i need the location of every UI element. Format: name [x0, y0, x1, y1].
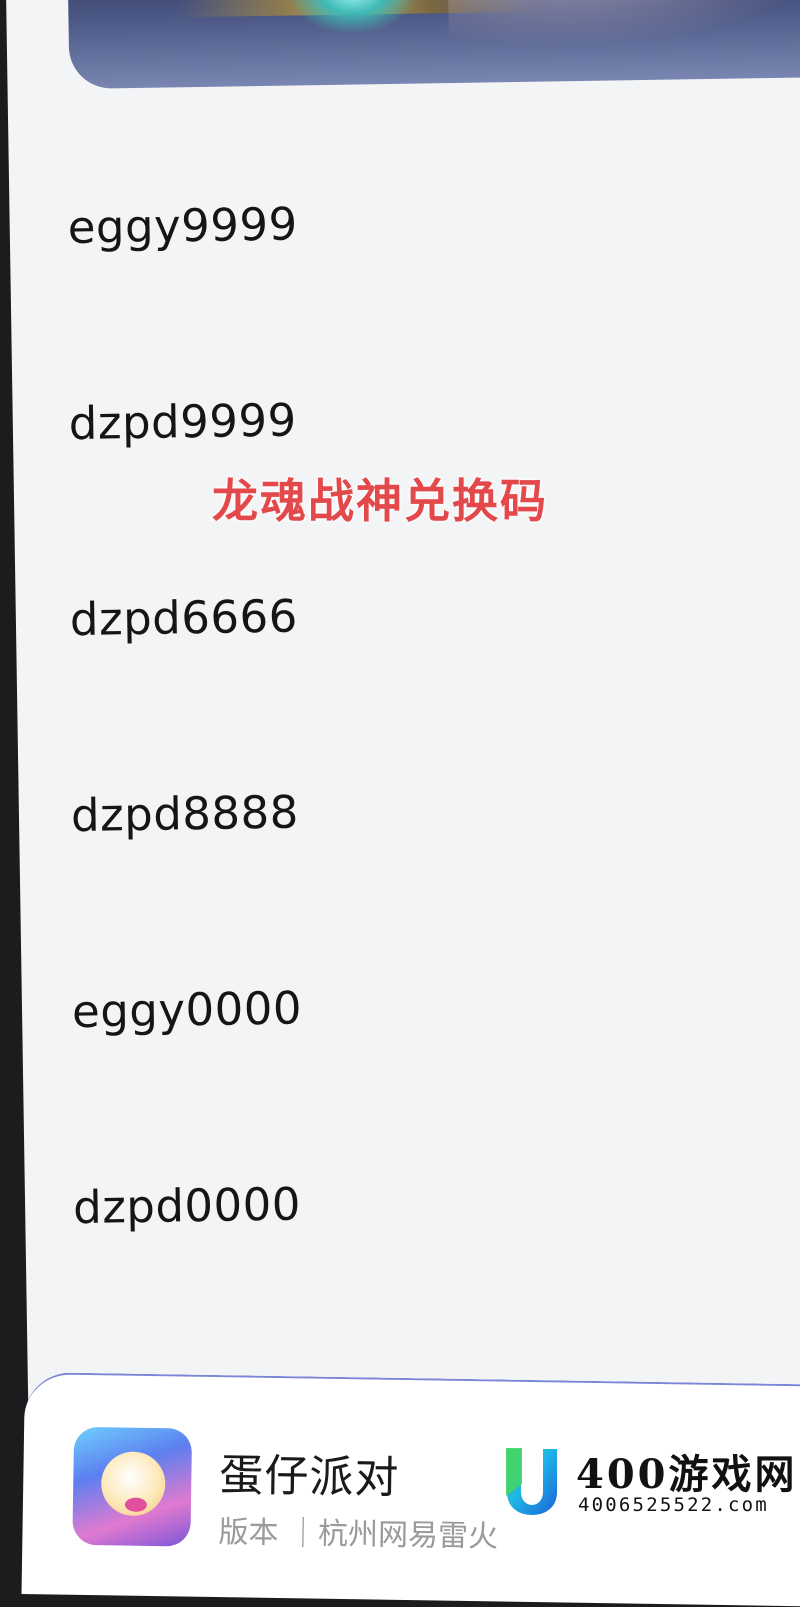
overlay-title: 龙魂战神兑换码 [212, 474, 548, 528]
code-item[interactable]: eggy0000 [72, 981, 303, 1038]
code-item[interactable]: eggy9999 [67, 197, 298, 254]
watermark: 400游戏网 4006525522.com [500, 1440, 800, 1523]
game-banner-image [67, 0, 800, 90]
phone-screen: eggy9999 dzpd9999 dzpd6666 dzpd8888 eggy… [6, 0, 800, 1550]
watermark-main-text: 400游戏网 [576, 1451, 798, 1498]
code-item[interactable]: dzpd9999 [68, 393, 297, 450]
code-item[interactable]: dzpd6666 [69, 589, 298, 646]
app-icon-bow [124, 1497, 148, 1512]
app-icon[interactable] [72, 1426, 193, 1547]
u-logo-icon [505, 1447, 559, 1518]
banner-haze [447, 0, 800, 54]
banner-crystal-detail [287, 0, 419, 36]
code-item[interactable]: dzpd0000 [73, 1178, 302, 1235]
watermark-url-text: 4006525522.com [578, 1494, 769, 1516]
code-item[interactable]: dzpd8888 [71, 786, 300, 843]
app-name[interactable]: 蛋仔派对 [219, 1439, 400, 1506]
app-meta: 版本 ｜杭州网易雷火 [218, 1515, 499, 1555]
